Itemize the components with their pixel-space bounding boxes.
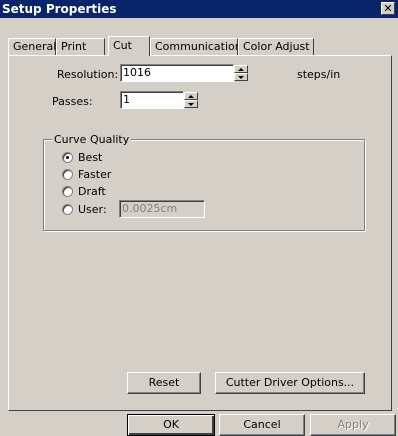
apply-button[interactable]: Apply <box>310 414 396 436</box>
tab-cut[interactable]: Cut <box>108 36 150 56</box>
tab-color-adjust[interactable]: Color Adjust <box>238 38 314 55</box>
close-icon: ✕ <box>383 2 393 15</box>
title-bar: Setup Properties ✕ <box>0 0 398 18</box>
window-title: Setup Properties <box>2 2 117 16</box>
cut-tab-panel <box>8 55 392 411</box>
ok-button[interactable]: OK <box>127 414 215 436</box>
cancel-button[interactable]: Cancel <box>219 414 305 436</box>
tab-print[interactable]: Print <box>56 38 105 55</box>
tab-communication[interactable]: Communication <box>150 38 242 55</box>
tab-general[interactable]: General <box>8 38 56 55</box>
close-button[interactable]: ✕ <box>381 2 395 15</box>
